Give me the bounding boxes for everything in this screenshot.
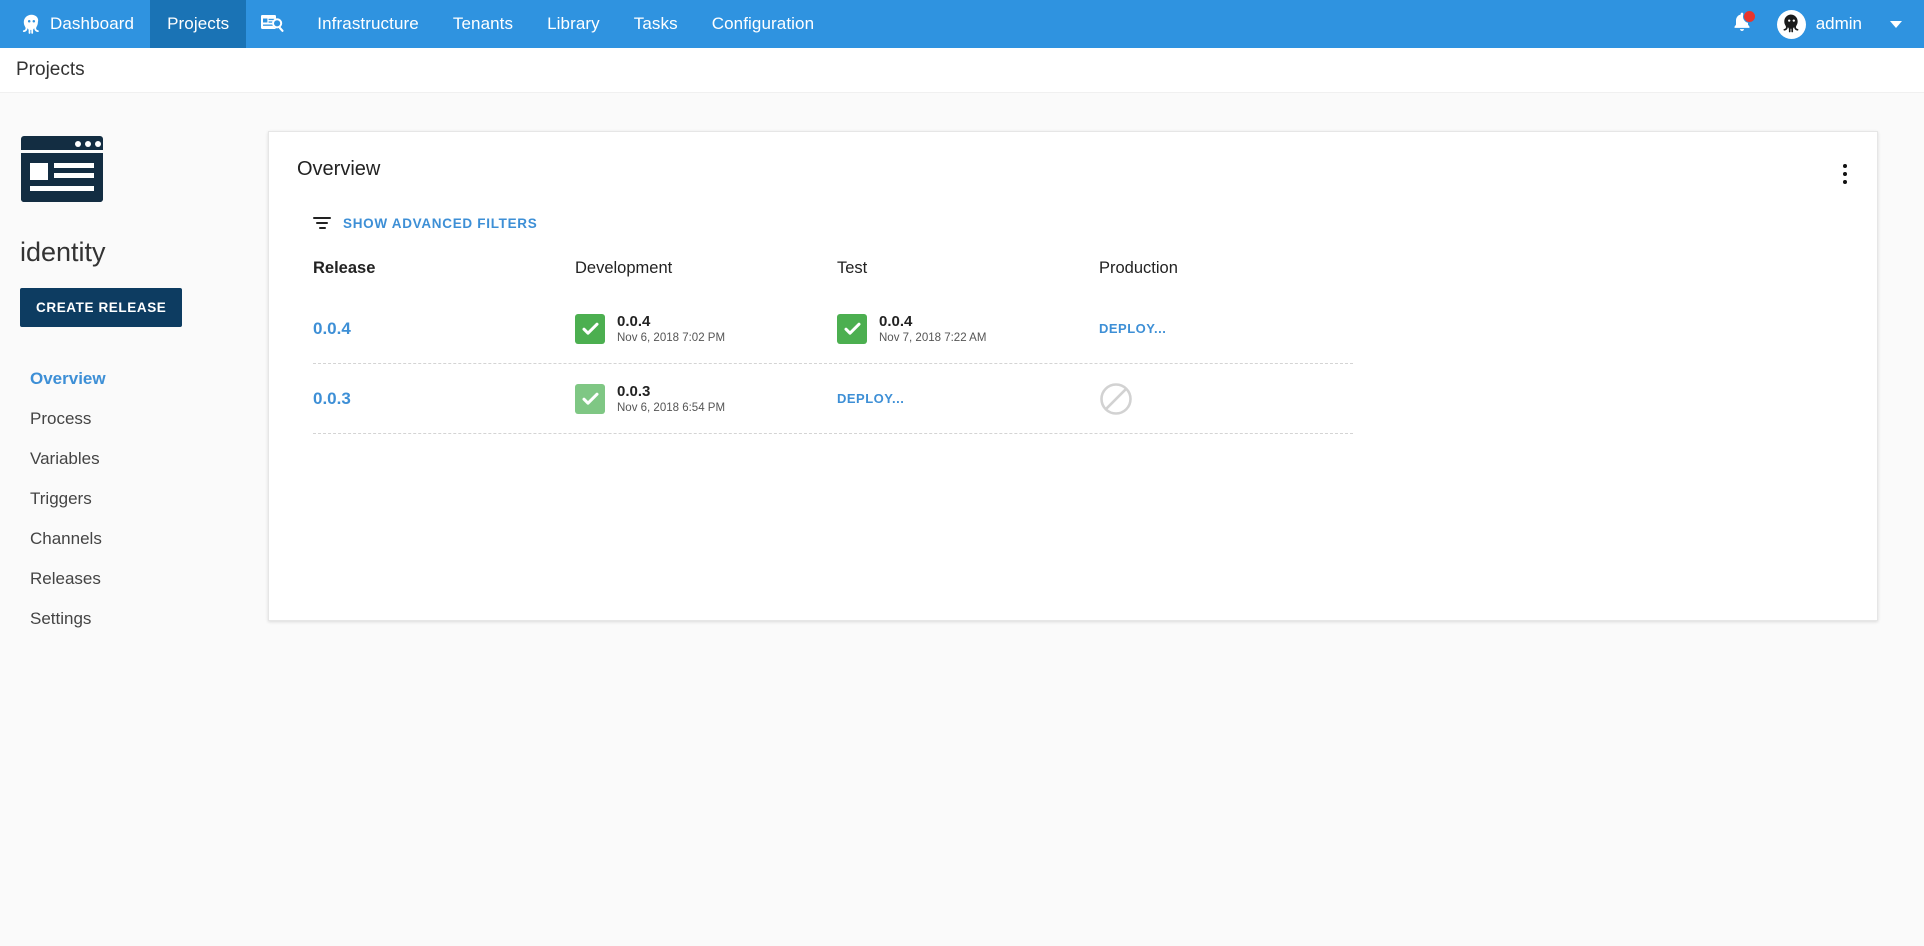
octopus-logo-icon <box>22 14 41 35</box>
card-title: Overview <box>297 158 381 180</box>
sidebar-nav: Overview Process Variables Triggers Chan… <box>20 359 268 639</box>
deployment-status: 0.0.3 Nov 6, 2018 6:54 PM <box>575 383 837 414</box>
deployed-version: 0.0.4 <box>617 313 651 330</box>
filter-icon <box>313 216 331 231</box>
notifications-button[interactable] <box>1719 0 1765 48</box>
document-search-icon <box>260 13 286 35</box>
production-cell: DEPLOY... <box>1099 320 1353 338</box>
deployed-timestamp: Nov 6, 2018 7:02 PM <box>617 332 726 344</box>
development-cell: 0.0.3 Nov 6, 2018 6:54 PM <box>575 383 837 414</box>
overview-card: Overview SHOW ADVANCED FILTERS Release D… <box>268 131 1878 621</box>
release-link[interactable]: 0.0.4 <box>313 319 351 338</box>
column-header-development: Development <box>575 259 673 277</box>
main-content: Overview SHOW ADVANCED FILTERS Release D… <box>268 93 1924 621</box>
sidebar-item-channels[interactable]: Channels <box>30 519 268 559</box>
sidebar-item-overview[interactable]: Overview <box>30 359 268 399</box>
nav-item-label: Library <box>547 14 600 33</box>
nav-item-projects[interactable]: Projects <box>150 0 247 48</box>
nav-item-configuration[interactable]: Configuration <box>695 0 831 48</box>
top-nav-right-cluster: admin <box>1719 0 1910 48</box>
project-window-icon <box>20 135 104 203</box>
table-row: 0.0.4 0.0.4 Nov 6, 2018 7:02 PM 0.0.4 No… <box>313 294 1353 364</box>
deployed-version: 0.0.3 <box>617 383 651 400</box>
show-advanced-filters-button[interactable]: SHOW ADVANCED FILTERS <box>269 190 537 231</box>
nav-item-library[interactable]: Library <box>530 0 617 48</box>
kebab-menu-icon[interactable] <box>1835 158 1855 190</box>
user-menu[interactable]: admin <box>1765 9 1868 39</box>
check-icon <box>575 313 605 344</box>
release-cell: 0.0.3 <box>313 389 575 409</box>
check-icon <box>837 313 867 344</box>
chevron-down-icon[interactable] <box>1890 20 1902 28</box>
nav-item-label: Tenants <box>452 14 514 33</box>
blocked-icon <box>1099 382 1353 416</box>
nav-item-search[interactable] <box>246 0 300 48</box>
nav-item-dashboard[interactable]: Dashboard <box>0 0 150 48</box>
create-release-button[interactable]: CREATE RELEASE <box>20 288 183 327</box>
nav-item-label: Tasks <box>633 14 678 33</box>
notification-badge <box>1742 10 1756 23</box>
deploy-link[interactable]: DEPLOY... <box>1099 321 1166 336</box>
deployed-version: 0.0.4 <box>879 313 913 330</box>
nav-item-label: Infrastructure <box>317 14 419 33</box>
deploy-link[interactable]: DEPLOY... <box>837 391 904 406</box>
breadcrumb-text: Projects <box>16 59 85 80</box>
deployment-status: 0.0.4 Nov 7, 2018 7:22 AM <box>837 313 1099 344</box>
page-body: identity CREATE RELEASE Overview Process… <box>0 93 1924 946</box>
sidebar: identity CREATE RELEASE Overview Process… <box>0 93 268 639</box>
nav-item-label: Projects <box>167 14 230 33</box>
top-navigation-bar: Dashboard Projects Infrastructure Tenant… <box>0 0 1924 48</box>
production-cell <box>1099 382 1353 416</box>
release-link[interactable]: 0.0.3 <box>313 389 351 408</box>
project-title: identity <box>20 237 106 267</box>
card-header: Overview <box>269 132 1877 190</box>
nav-item-tenants[interactable]: Tenants <box>436 0 530 48</box>
user-name-label: admin <box>1815 14 1862 33</box>
avatar <box>1776 9 1806 39</box>
release-cell: 0.0.4 <box>313 319 575 339</box>
column-header-release: Release <box>313 259 376 277</box>
sidebar-item-settings[interactable]: Settings <box>30 599 268 639</box>
sidebar-item-variables[interactable]: Variables <box>30 439 268 479</box>
breadcrumb: Projects <box>0 48 1924 93</box>
nav-item-tasks[interactable]: Tasks <box>617 0 695 48</box>
sidebar-item-triggers[interactable]: Triggers <box>30 479 268 519</box>
column-header-production: Production <box>1099 259 1178 277</box>
deployed-timestamp: Nov 6, 2018 6:54 PM <box>617 402 726 414</box>
test-cell: DEPLOY... <box>837 390 1099 408</box>
nav-item-label: Dashboard <box>50 14 135 33</box>
check-icon <box>575 383 605 414</box>
nav-item-infrastructure[interactable]: Infrastructure <box>300 0 436 48</box>
top-nav-items: Dashboard Projects Infrastructure Tenant… <box>0 0 831 48</box>
table-header-row: Release Development Test Production <box>313 259 1353 294</box>
development-cell: 0.0.4 Nov 6, 2018 7:02 PM <box>575 313 837 344</box>
test-cell: 0.0.4 Nov 7, 2018 7:22 AM <box>837 313 1099 344</box>
releases-table: Release Development Test Production 0.0.… <box>313 231 1353 434</box>
table-row: 0.0.3 0.0.3 Nov 6, 2018 6:54 PM DEPLOY..… <box>313 364 1353 434</box>
deployed-timestamp: Nov 7, 2018 7:22 AM <box>879 332 987 344</box>
show-advanced-filters-label: SHOW ADVANCED FILTERS <box>343 216 538 231</box>
column-header-test: Test <box>837 259 868 277</box>
deployment-status: 0.0.4 Nov 6, 2018 7:02 PM <box>575 313 837 344</box>
table-body: 0.0.4 0.0.4 Nov 6, 2018 7:02 PM 0.0.4 No… <box>313 294 1353 434</box>
sidebar-item-releases[interactable]: Releases <box>30 559 268 599</box>
nav-item-label: Configuration <box>711 14 815 33</box>
sidebar-item-process[interactable]: Process <box>30 399 268 439</box>
